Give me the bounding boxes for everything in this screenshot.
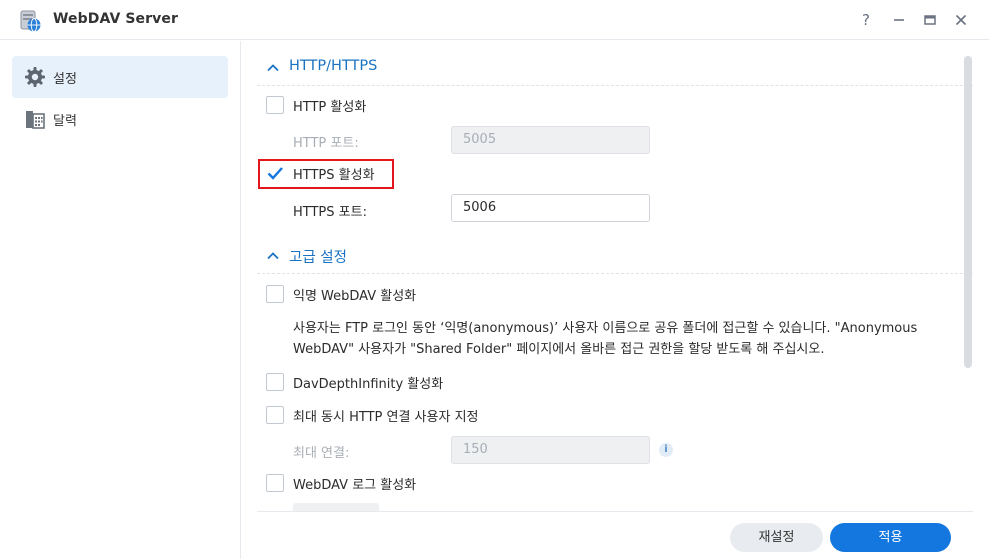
https-port-label: HTTPS 포트: xyxy=(293,205,367,220)
minimize-icon xyxy=(894,19,904,21)
footer: 재설정 적용 xyxy=(257,511,973,559)
highlight-box xyxy=(258,159,394,189)
description-line: 사용자는 FTP 로그인 동안 ‘익명(anonymous)’ 사용자 이름으로… xyxy=(293,321,918,336)
title-bar: WebDAV Server ? xyxy=(0,0,989,40)
description-line: WebDAV" 사용자가 "Shared Folder" 페이지에서 올바른 접… xyxy=(293,342,825,357)
webdav-server-icon xyxy=(20,10,41,32)
chevron-up-icon xyxy=(267,252,279,260)
info-icon[interactable]: i xyxy=(659,443,673,457)
https-port-input[interactable]: 5006 xyxy=(451,194,650,222)
webdav-log-checkbox[interactable] xyxy=(266,474,284,492)
log-settings-button[interactable] xyxy=(293,503,379,511)
calendar-icon xyxy=(26,111,45,129)
section-header-http[interactable]: HTTP/HTTPS xyxy=(257,58,973,86)
enable-http-label: HTTP 활성화 xyxy=(293,100,367,115)
reset-button[interactable]: 재설정 xyxy=(730,523,823,552)
minimize-button[interactable] xyxy=(889,10,909,30)
anonymous-webdav-label: 익명 WebDAV 활성화 xyxy=(293,289,417,304)
settings-panel: HTTP/HTTPS HTTP 활성화 HTTP 포트: 5005 HTTPS … xyxy=(242,41,989,511)
scrollbar[interactable] xyxy=(964,56,972,368)
sidebar-item-settings[interactable]: 설정 xyxy=(12,56,228,98)
webdav-log-label: WebDAV 로그 활성화 xyxy=(293,478,417,493)
section-title: HTTP/HTTPS xyxy=(289,58,378,74)
max-connections-input[interactable]: 150 xyxy=(451,436,650,464)
maximize-icon xyxy=(924,15,936,25)
max-connections-checkbox[interactable] xyxy=(266,406,284,424)
enable-http-checkbox[interactable] xyxy=(266,96,284,114)
chevron-up-icon xyxy=(267,64,279,72)
apply-button[interactable]: 적용 xyxy=(830,523,951,552)
http-port-label: HTTP 포트: xyxy=(293,136,359,151)
close-button[interactable] xyxy=(951,10,971,30)
section-header-advanced[interactable]: 고급 설정 xyxy=(257,246,973,274)
max-connections-toggle-label: 최대 동시 HTTP 연결 사용자 지정 xyxy=(293,410,479,425)
sidebar-item-calendar[interactable]: 달력 xyxy=(12,98,228,140)
max-connections-label: 최대 연결: xyxy=(293,446,350,461)
sidebar: 설정 달력 xyxy=(0,41,241,559)
sidebar-item-label: 달력 xyxy=(53,114,77,129)
sidebar-item-label: 설정 xyxy=(53,72,77,87)
depth-infinity-checkbox[interactable] xyxy=(266,373,284,391)
gear-icon xyxy=(25,67,45,87)
maximize-button[interactable] xyxy=(920,10,940,30)
help-button[interactable]: ? xyxy=(856,10,876,30)
depth-infinity-label: DavDepthInfinity 활성화 xyxy=(293,377,444,392)
anonymous-webdav-description: 사용자는 FTP 로그인 동안 ‘익명(anonymous)’ 사용자 이름으로… xyxy=(293,318,963,360)
http-port-input[interactable]: 5005 xyxy=(451,126,650,154)
window-title: WebDAV Server xyxy=(53,11,178,27)
close-icon xyxy=(955,14,967,26)
anonymous-webdav-checkbox[interactable] xyxy=(266,285,284,303)
section-title: 고급 설정 xyxy=(289,250,347,266)
